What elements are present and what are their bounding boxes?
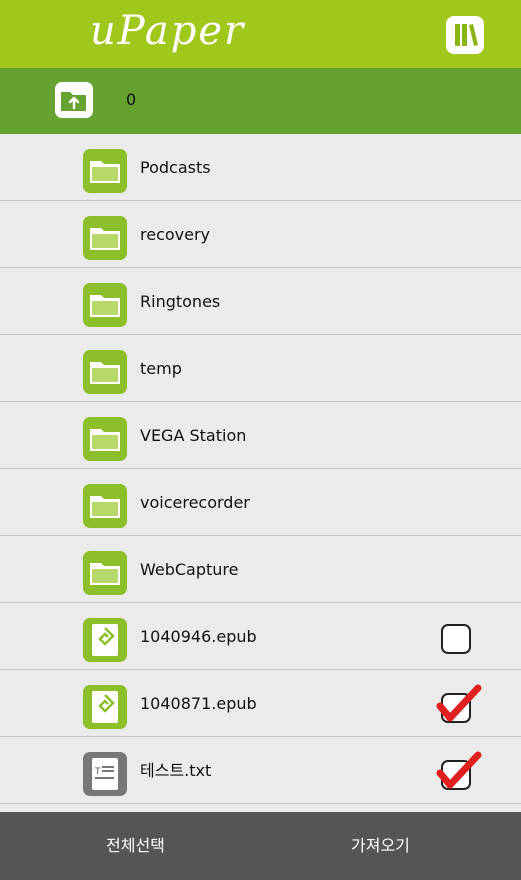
folder-icon bbox=[83, 283, 127, 327]
folder-icon bbox=[83, 149, 127, 193]
list-item[interactable]: Podcasts bbox=[0, 134, 521, 201]
list-item[interactable]: recovery bbox=[0, 201, 521, 268]
item-name: Ringtones bbox=[140, 292, 221, 311]
item-name: recovery bbox=[140, 225, 211, 244]
list-item[interactable]: VEGA Station bbox=[0, 402, 521, 469]
item-name: VEGA Station bbox=[140, 426, 247, 445]
library-button[interactable] bbox=[446, 16, 484, 54]
select-all-button[interactable]: 전체선택 bbox=[106, 836, 165, 856]
item-name: voicerecorder bbox=[140, 493, 250, 512]
folder-icon bbox=[83, 350, 127, 394]
folder-up-button[interactable] bbox=[54, 81, 94, 119]
checkbox-checked[interactable] bbox=[436, 684, 486, 730]
item-name: 1040946.epub bbox=[140, 627, 257, 646]
path-bar: 0 bbox=[0, 68, 521, 134]
item-name: Podcasts bbox=[140, 158, 211, 177]
import-button[interactable]: 가져오기 bbox=[351, 836, 410, 856]
epub-file-icon bbox=[83, 685, 127, 729]
folder-up-icon bbox=[55, 82, 93, 118]
app-title: uPaper bbox=[90, 8, 246, 54]
text-file-icon: T bbox=[83, 752, 127, 796]
bottom-action-bar: 전체선택 가져오기 bbox=[0, 812, 521, 880]
folder-icon bbox=[83, 484, 127, 528]
item-name: temp bbox=[140, 359, 182, 378]
file-list: Podcasts recovery Ringtones temp VEGA St… bbox=[0, 134, 521, 804]
folder-icon bbox=[83, 216, 127, 260]
item-name: WebCapture bbox=[140, 560, 239, 579]
checkbox-checked[interactable] bbox=[436, 751, 486, 797]
list-item[interactable]: 1040946.epub bbox=[0, 603, 521, 670]
folder-icon bbox=[83, 417, 127, 461]
epub-file-icon bbox=[83, 618, 127, 662]
svg-text:T: T bbox=[94, 767, 101, 777]
list-item[interactable]: temp bbox=[0, 335, 521, 402]
folder-icon bbox=[83, 551, 127, 595]
current-path: 0 bbox=[126, 90, 137, 109]
list-item[interactable]: voicerecorder bbox=[0, 469, 521, 536]
item-name: 테스트.txt bbox=[140, 761, 212, 780]
list-item[interactable]: T 테스트.txt bbox=[0, 737, 521, 804]
item-name: 1040871.epub bbox=[140, 694, 257, 713]
library-books-icon bbox=[455, 24, 478, 46]
list-item[interactable]: 1040871.epub bbox=[0, 670, 521, 737]
list-item[interactable]: Ringtones bbox=[0, 268, 521, 335]
list-item[interactable]: WebCapture bbox=[0, 536, 521, 603]
top-app-bar: uPaper bbox=[0, 0, 521, 68]
checkbox-unchecked[interactable] bbox=[436, 617, 486, 663]
